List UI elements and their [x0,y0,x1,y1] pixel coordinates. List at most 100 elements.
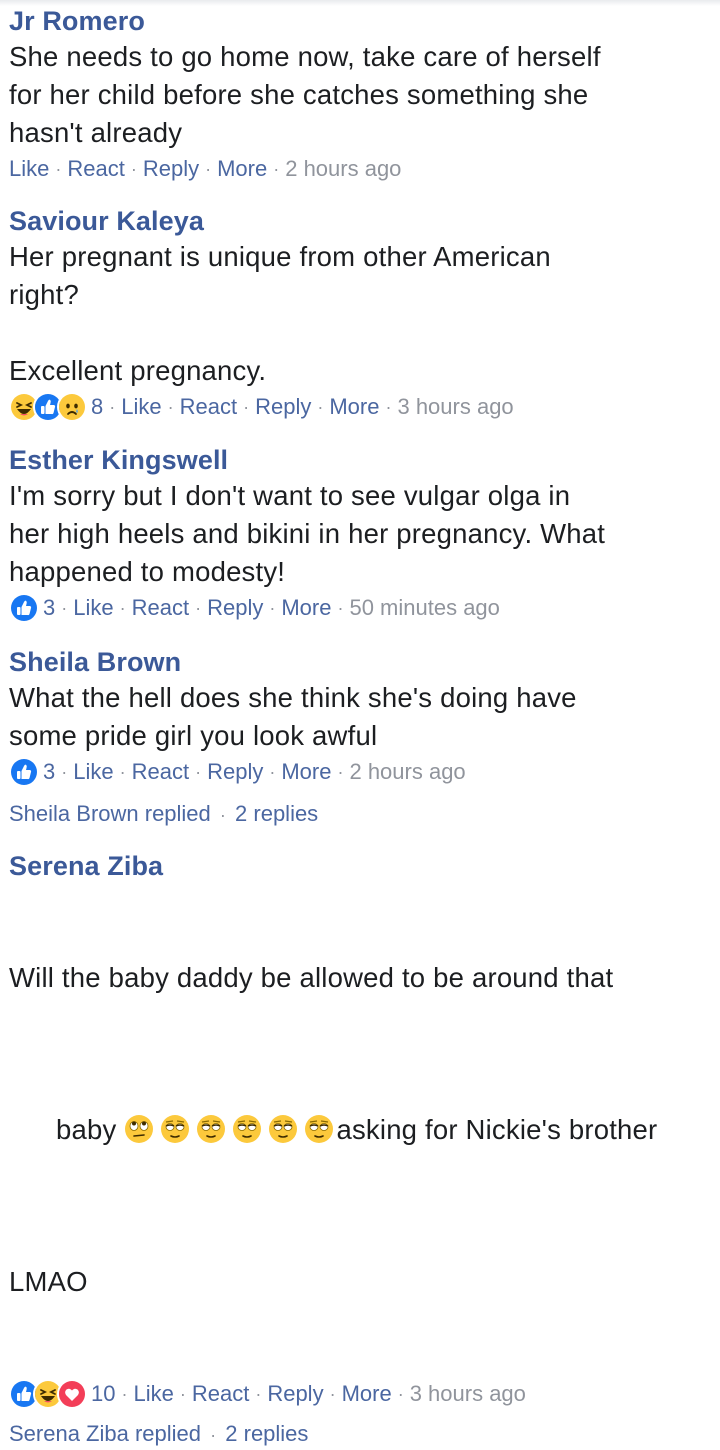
comment-timestamp[interactable]: 3 hours ago [397,392,513,422]
comment-actions: 3 · Like · React · Reply · More · 2 hour… [9,757,709,787]
separator: · [121,1384,128,1404]
comment-timestamp[interactable]: 50 minutes ago [349,593,499,623]
reply-button[interactable]: Reply [143,154,199,184]
view-replies-link[interactable]: Serena Ziba replied · 2 replies [9,1419,709,1450]
comment-actions: Like · React · Reply · More · 2 hours ag… [9,154,709,184]
separator: · [269,598,276,618]
like-button[interactable]: Like [121,392,161,422]
comment-text-fragment: asking for Nickie's brother [336,1114,658,1145]
comment-text-line: baby asking for Nickie's brother [9,1073,709,1187]
love-icon [57,1379,87,1409]
relieved-eyes-emoji [197,1115,226,1143]
replied-by-label: Sheila Brown replied [9,801,211,826]
comment-text-line: LMAO [9,1266,88,1297]
comment-author[interactable]: Saviour Kaleya [9,204,709,238]
comment-text: Her pregnant is unique from other Americ… [9,241,551,386]
reply-button[interactable]: Reply [207,757,263,787]
comment-text: Will the baby daddy be allowed to be aro… [9,883,709,1377]
separator: · [397,1384,404,1404]
like-button[interactable]: Like [73,757,113,787]
separator: · [61,762,68,782]
reaction-count[interactable]: 3 [43,593,55,623]
separator: · [119,762,126,782]
separator: · [167,397,174,417]
more-button[interactable]: More [342,1379,392,1409]
separator: · [119,598,126,618]
separator: · [329,1384,336,1404]
reaction-summary[interactable] [9,593,39,623]
reaction-count[interactable]: 10 [91,1379,115,1409]
reply-button[interactable]: Reply [255,392,311,422]
relieved-eyes-emoji [269,1115,298,1143]
separator: · [317,397,324,417]
relieved-eyes-emoji [161,1115,190,1143]
comment-text-line: Will the baby daddy be allowed to be aro… [9,962,614,993]
separator: · [109,397,116,417]
separator: · [195,762,202,782]
relieved-eyes-emoji [305,1115,334,1143]
reaction-summary[interactable] [9,1379,87,1409]
reply-button[interactable]: Reply [207,593,263,623]
separator: · [385,397,392,417]
like-button[interactable]: Like [133,1379,173,1409]
react-button[interactable]: React [132,593,189,623]
separator: · [243,397,250,417]
more-button[interactable]: More [281,593,331,623]
reaction-count[interactable]: 8 [91,392,103,422]
comment-actions: 10 · Like · React · Reply · More · 3 hou… [9,1379,709,1409]
comment: Jr Romero She needs to go home now, take… [9,4,709,184]
comment-author[interactable]: Serena Ziba [9,849,709,883]
react-button[interactable]: React [180,392,237,422]
separator: · [55,159,62,179]
react-button[interactable]: React [132,757,189,787]
comment-author[interactable]: Sheila Brown [9,645,709,679]
replies-count: 2 replies [235,801,319,826]
comment: Esther Kingswell I'm sorry but I don't w… [9,443,709,623]
react-button[interactable]: React [67,154,124,184]
view-replies-link[interactable]: Sheila Brown replied · 2 replies [9,799,709,830]
comment-actions: 3 · Like · React · Reply · More · 50 min… [9,593,709,623]
separator: · [255,1384,262,1404]
reaction-count[interactable]: 3 [43,757,55,787]
more-button[interactable]: More [281,757,331,787]
separator: · [269,762,276,782]
like-icon [9,757,39,787]
separator: · [273,159,280,179]
separator: · [195,598,202,618]
rolling-eyes-emoji [125,1115,154,1143]
comment-timestamp[interactable]: 2 hours ago [349,757,465,787]
comment-text: What the hell does she think she's doing… [9,682,577,751]
react-button[interactable]: React [192,1379,249,1409]
replies-count: 2 replies [225,1421,309,1446]
relieved-eyes-emoji [233,1115,262,1143]
like-icon [9,593,39,623]
comment-author[interactable]: Jr Romero [9,4,709,38]
reaction-summary[interactable] [9,757,39,787]
comment-text-fragment: baby [56,1114,117,1145]
separator: · [210,1425,217,1445]
separator: · [337,762,344,782]
separator: · [205,159,212,179]
like-button[interactable]: Like [9,154,49,184]
separator: · [337,598,344,618]
comment-author[interactable]: Esther Kingswell [9,443,709,477]
comment-timestamp[interactable]: 3 hours ago [410,1379,526,1409]
comment-timestamp[interactable]: 2 hours ago [285,154,401,184]
replied-by-label: Serena Ziba replied [9,1421,202,1446]
separator: · [219,805,226,825]
reaction-summary[interactable] [9,392,87,422]
more-button[interactable]: More [329,392,379,422]
separator: · [130,159,137,179]
reply-button[interactable]: Reply [267,1379,323,1409]
separator: · [179,1384,186,1404]
separator: · [61,598,68,618]
comment-actions: 8 · Like · React · Reply · More · 3 hour… [9,392,709,422]
comment: Saviour Kaleya Her pregnant is unique fr… [9,204,709,422]
sad-icon [57,392,87,422]
comment: Serena Ziba Will the baby daddy be allow… [9,849,709,1450]
comment-text: She needs to go home now, take care of h… [9,41,601,148]
like-button[interactable]: Like [73,593,113,623]
comment-text: I'm sorry but I don't want to see vulgar… [9,480,606,587]
comment: Sheila Brown What the hell does she thin… [9,645,709,830]
more-button[interactable]: More [217,154,267,184]
